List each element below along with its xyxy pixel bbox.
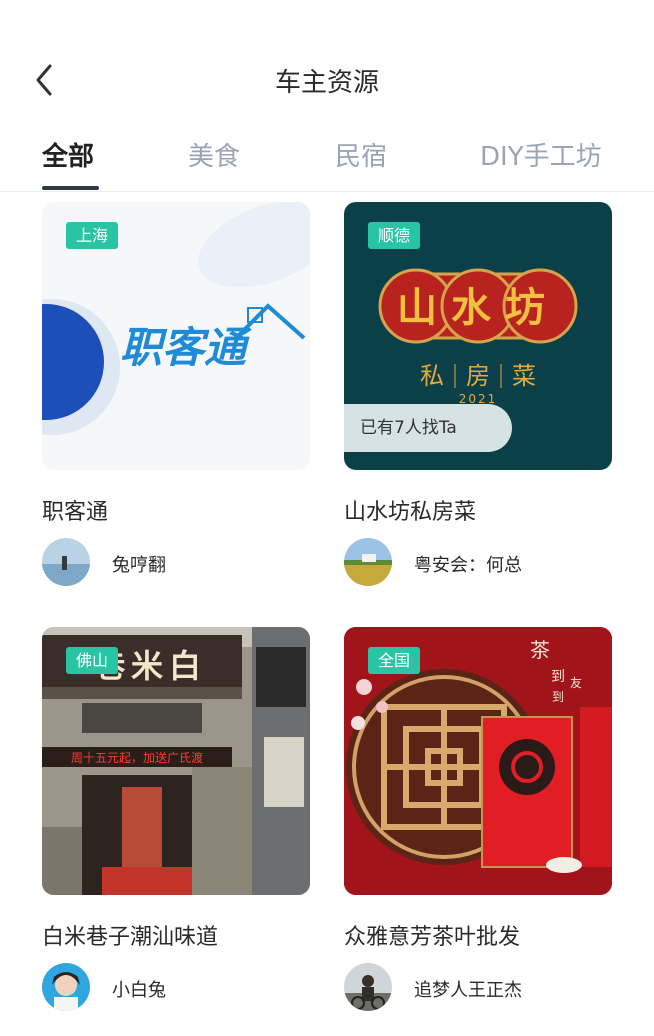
resource-card[interactable]: 山水坊 私 房 菜 2021 顺德 已有7人找Ta 山水坊私房菜 粤安会：何总 xyxy=(344,202,612,586)
nav-header: 车主资源 xyxy=(0,0,654,120)
logo-main-text: 山水坊 xyxy=(397,285,559,331)
resource-card[interactable]: 巷米白 周十五元起，加送广氏渡 佛山 白米巷子潮汕味道 小白兔 xyxy=(42,627,310,1011)
owner-info[interactable]: 追梦人王正杰 xyxy=(344,963,612,1013)
region-tag: 佛山 xyxy=(66,647,119,674)
resource-card[interactable]: 茶 到 友 到 全国 众雅意芳茶叶批发 追梦人王正杰 xyxy=(344,627,612,1011)
resource-card[interactable]: 职客通 上海 职客通 兔哼翻 xyxy=(42,202,310,586)
owner-info[interactable]: 粤安会：何总 xyxy=(344,538,612,588)
owner-name: 粤安会：何总 xyxy=(414,555,522,576)
card-thumbnail[interactable]: 茶 到 友 到 全国 xyxy=(344,627,612,895)
card-name[interactable]: 山水坊私房菜 xyxy=(344,494,476,526)
owner-info[interactable]: 小白兔 xyxy=(42,963,310,1013)
card-thumbnail[interactable]: 职客通 上海 xyxy=(42,202,310,470)
tab-homestay[interactable]: 民宿 xyxy=(335,136,387,173)
region-tag: 全国 xyxy=(368,647,421,674)
tab-diy[interactable]: DIY手工坊 xyxy=(480,136,602,173)
page-title: 车主资源 xyxy=(274,68,379,98)
category-tabs: 全部 美食 民宿 DIY手工坊 xyxy=(0,130,654,192)
poster-text-2: 到 xyxy=(551,669,565,685)
card-name[interactable]: 职客通 xyxy=(42,494,108,526)
logo-sub-3: 菜 xyxy=(512,362,536,390)
region-tag: 顺德 xyxy=(368,222,421,249)
logo-sub-1: 私 xyxy=(420,362,444,390)
card-thumbnail[interactable]: 山水坊 私 房 菜 2021 顺德 已有7人找Ta xyxy=(344,202,612,470)
poster-text-3: 友 xyxy=(570,676,582,690)
card-thumbnail[interactable]: 巷米白 周十五元起，加送广氏渡 佛山 xyxy=(42,627,310,895)
owner-name: 小白兔 xyxy=(112,980,166,1001)
logo-sub-2: 房 xyxy=(466,362,490,390)
owner-info[interactable]: 兔哼翻 xyxy=(42,538,310,588)
avatar xyxy=(344,963,392,1011)
card-name[interactable]: 众雅意芳茶叶批发 xyxy=(344,919,520,951)
tab-food[interactable]: 美食 xyxy=(188,136,240,173)
region-tag: 上海 xyxy=(66,222,119,249)
avatar xyxy=(42,963,90,1011)
owner-name: 追梦人王正杰 xyxy=(414,980,522,1001)
poster-text-4: 到 xyxy=(552,690,564,704)
card-name[interactable]: 白米巷子潮汕味道 xyxy=(42,919,218,951)
poster-text-1: 茶 xyxy=(530,638,550,662)
logo-text: 职客通 xyxy=(120,324,252,371)
tab-all[interactable]: 全部 xyxy=(42,136,94,173)
avatar xyxy=(42,538,90,586)
found-count-badge: 已有7人找Ta xyxy=(344,404,512,452)
banner-text: 周十五元起，加送广氏渡 xyxy=(71,750,203,765)
avatar xyxy=(344,538,392,586)
owner-name: 兔哼翻 xyxy=(112,555,166,576)
active-tab-indicator xyxy=(42,186,99,190)
